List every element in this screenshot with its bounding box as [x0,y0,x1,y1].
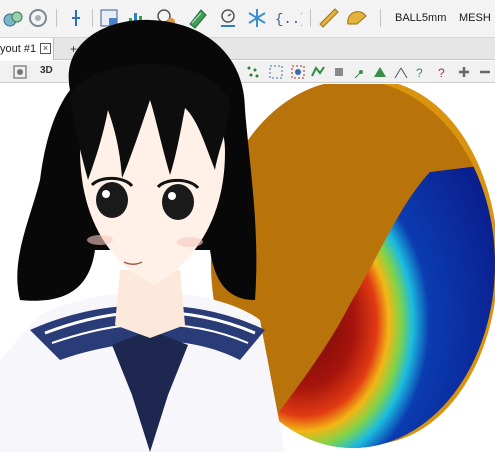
mesh-selector[interactable]: MESH [459,12,491,24]
view-icon[interactable] [12,64,28,80]
settings-gear-icon[interactable] [27,7,49,29]
tab-layout-1[interactable]: yout #1 × [0,38,54,60]
3d-viewport[interactable] [0,84,495,452]
particles-icon[interactable] [2,7,24,29]
braces-icon[interactable]: {..} [274,7,302,29]
window-icon[interactable] [98,7,120,29]
material-selector[interactable]: BALL5mm [395,12,446,24]
help-icon[interactable]: ? [413,64,429,80]
tab-label: yout #1 [0,43,37,55]
svg-text:{..}: {..} [275,12,302,28]
simulation-view [211,84,495,448]
time-icon[interactable] [217,7,239,29]
toolbar-separator [380,9,381,27]
application-window: {..} BALL5mm MESH yout #1 × + 3D [0,0,495,452]
vertex-icon[interactable] [353,64,369,80]
axis-icon[interactable] [65,7,87,29]
chart-icon[interactable] [125,7,147,29]
svg-text:?: ? [438,66,445,80]
points-icon[interactable] [245,64,261,80]
zoom-out-icon[interactable] [477,64,493,80]
close-icon[interactable]: × [40,43,51,54]
report-icon[interactable] [187,7,209,29]
layout-tab-bar: yout #1 × + [0,38,495,60]
zoom-in-icon[interactable] [456,64,472,80]
timer-icon[interactable] [155,7,177,29]
query-icon[interactable]: ? [434,64,450,80]
add-tab-button[interactable]: + [70,38,77,60]
grid-icon[interactable] [268,64,284,80]
ruler-icon[interactable] [318,7,340,29]
svg-text:?: ? [416,66,423,80]
main-toolbar: {..} BALL5mm MESH [0,0,495,38]
contour-icon[interactable] [310,64,326,80]
triangle-icon[interactable] [372,64,388,80]
arrow-icon[interactable] [393,64,409,80]
toolbar-separator [92,9,93,27]
toolbar-separator [310,9,311,27]
view-mode-3d[interactable]: 3D [40,65,53,76]
toolbar-separator [56,9,57,27]
sphere-icon[interactable] [290,64,306,80]
view-toolbar: 3D ? ? [0,61,495,83]
node-icon[interactable] [331,64,347,80]
snowflake-icon[interactable] [246,7,268,29]
protractor-icon[interactable] [346,7,368,29]
